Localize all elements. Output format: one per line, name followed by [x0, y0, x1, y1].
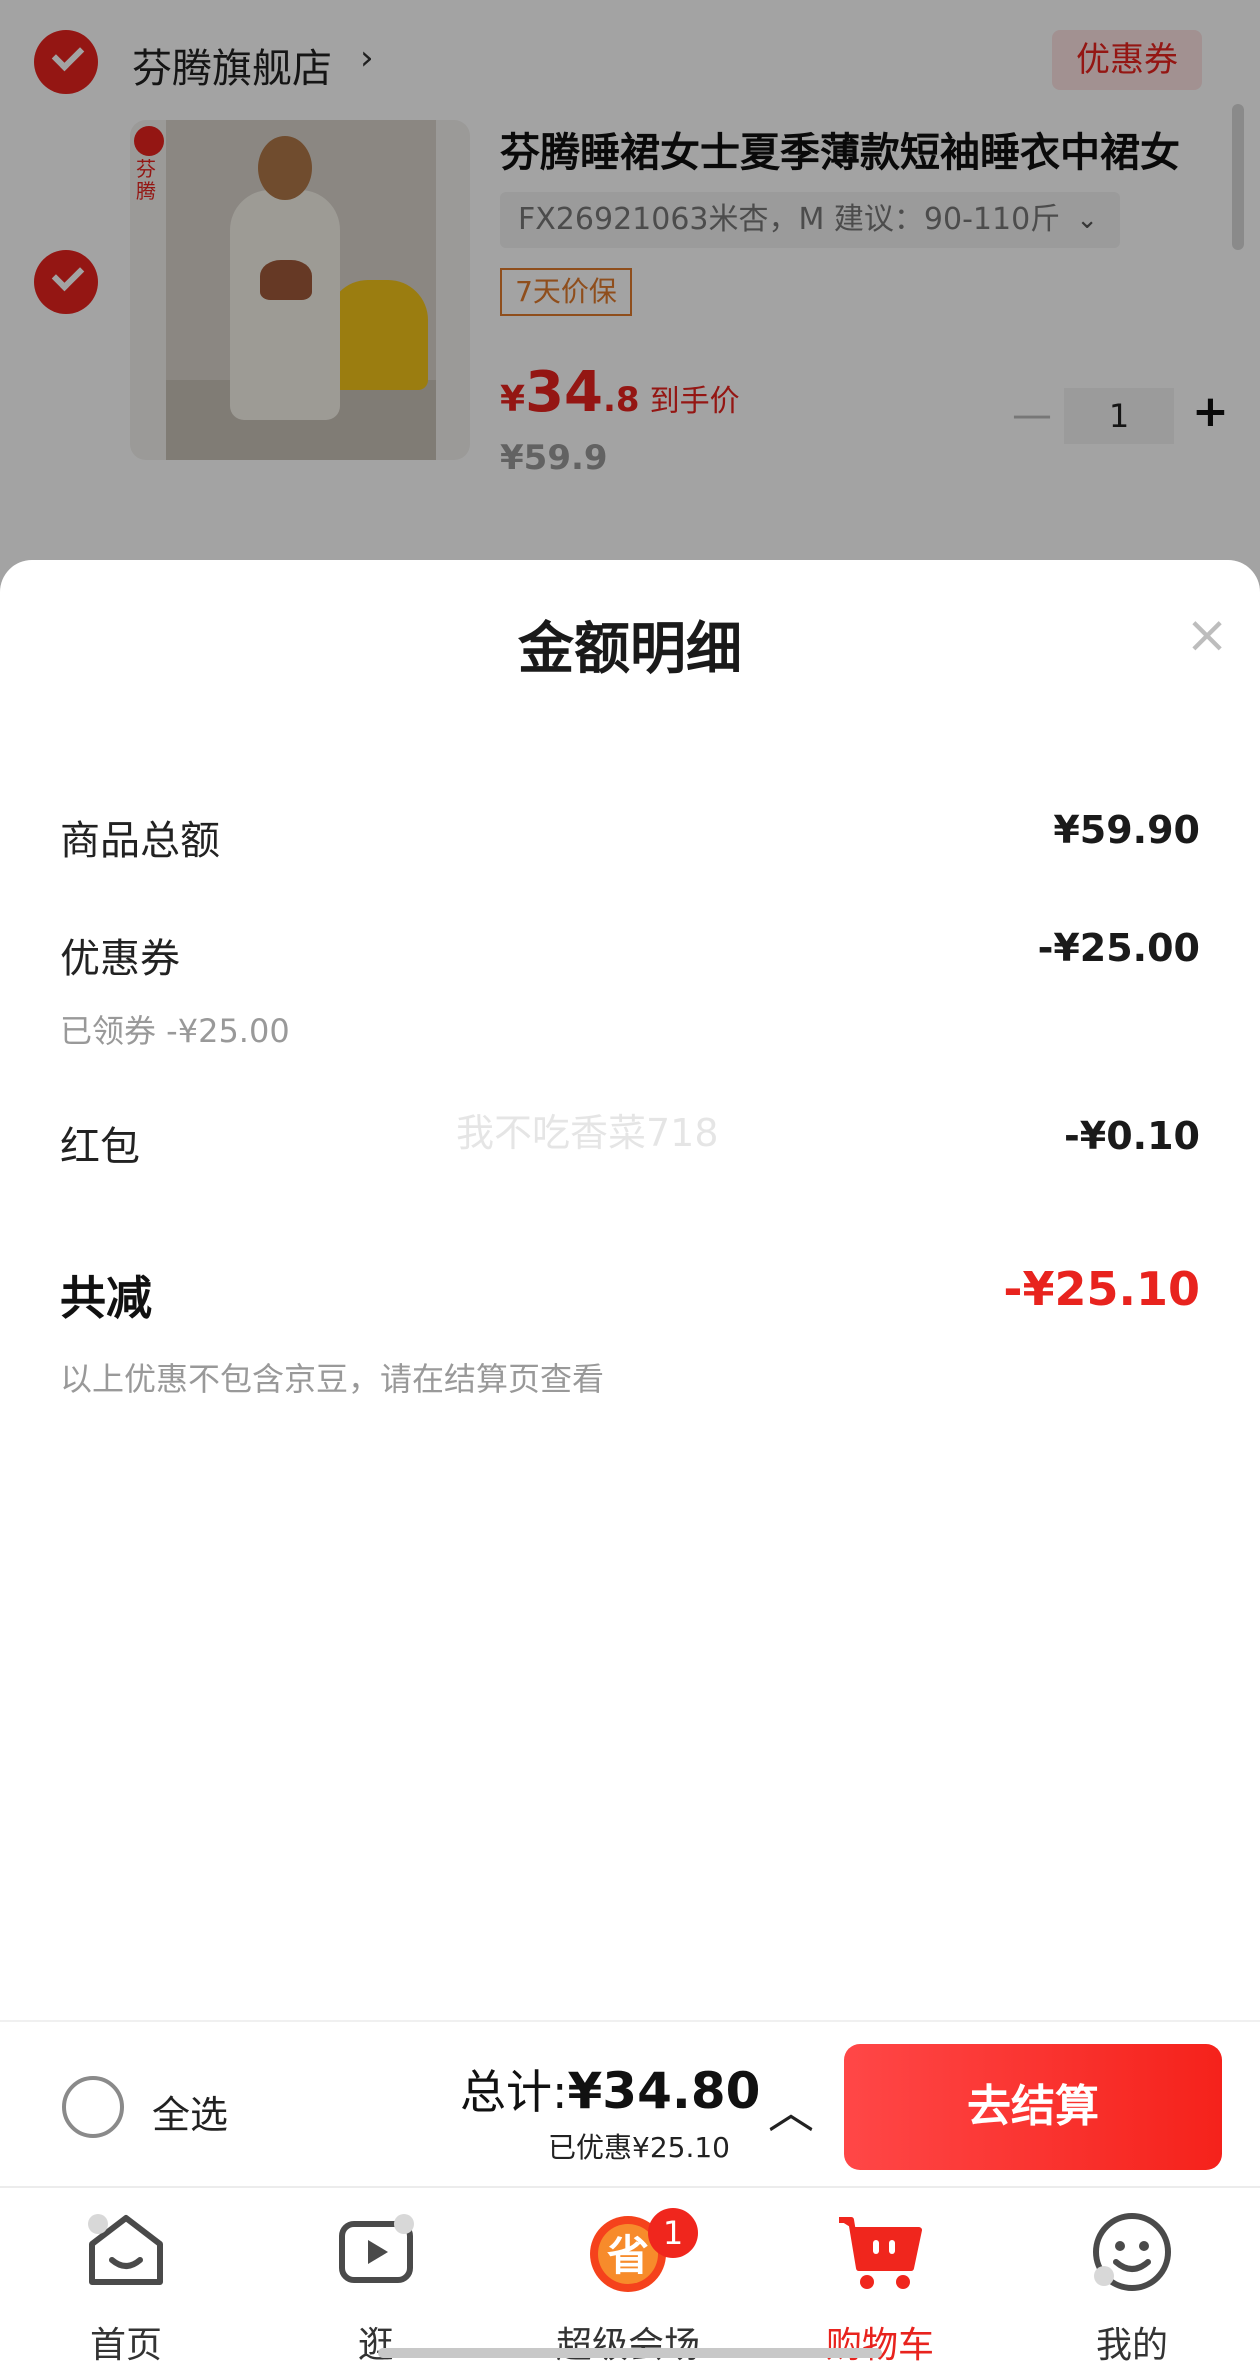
amount-detail-sheet: 金额明细 × 商品总额 ¥59.90 优惠券 -¥25.00 已领券 -¥25.…: [0, 560, 1260, 2020]
video-icon: [339, 2214, 414, 2283]
notification-badge: 1: [648, 2208, 698, 2258]
detail-label-coupon: 优惠券: [60, 936, 180, 982]
tab-browse[interactable]: 逛: [276, 2188, 476, 2364]
saved-amount: 已优惠¥25.10: [548, 2131, 730, 2164]
svg-text:省: 省: [607, 2231, 649, 2280]
checkout-bar: 全选 总计:¥34.80 已优惠¥25.10 ︿ 去结算: [0, 2020, 1260, 2186]
tab-label-home: 首页: [89, 2325, 162, 2364]
detail-amount-goods-total: ¥59.90: [1053, 808, 1200, 852]
chevron-up-icon[interactable]: ︿: [768, 2076, 814, 2142]
profile-icon: [1093, 2213, 1171, 2291]
detail-label-red-packet: 红包: [60, 1124, 140, 1170]
tab-super-venue[interactable]: 省 1 超级会场: [528, 2188, 728, 2364]
total-price: 总计:¥34.80: [460, 2062, 761, 2120]
tab-home[interactable]: 首页: [26, 2188, 226, 2364]
detail-amount-coupon: -¥25.00: [1037, 926, 1200, 970]
discount-note: 以上优惠不包含京豆，请在结算页查看: [60, 1360, 605, 1398]
select-all-checkbox[interactable]: [62, 2076, 124, 2138]
home-indicator[interactable]: [378, 2348, 882, 2358]
total-discount-amount: -¥25.10: [1003, 1262, 1200, 1316]
tab-label-profile: 我的: [1095, 2325, 1168, 2364]
detail-amount-red-packet: -¥0.10: [1064, 1114, 1200, 1158]
cart-icon: [839, 2217, 922, 2289]
watermark: 我不吃香菜718: [456, 1111, 719, 1155]
tab-profile[interactable]: 我的: [1032, 2188, 1232, 2364]
home-icon: [88, 2214, 163, 2285]
detail-label-goods-total: 商品总额: [60, 818, 220, 864]
sheet-title: 金额明细: [518, 617, 742, 682]
bottom-tab-bar: 首页 逛 省 1 超级会场 购物车 我的: [0, 2186, 1260, 2364]
total-discount-label: 共减: [60, 1271, 152, 1325]
tab-cart[interactable]: 购物车: [780, 2188, 980, 2364]
select-all-label[interactable]: 全选: [152, 2084, 228, 2139]
checkout-button[interactable]: 去结算: [844, 2044, 1222, 2170]
dim-overlay[interactable]: [0, 0, 1260, 600]
detail-sub-coupon: 已领券 -¥25.00: [60, 1012, 290, 1050]
close-icon[interactable]: ×: [1180, 608, 1234, 662]
